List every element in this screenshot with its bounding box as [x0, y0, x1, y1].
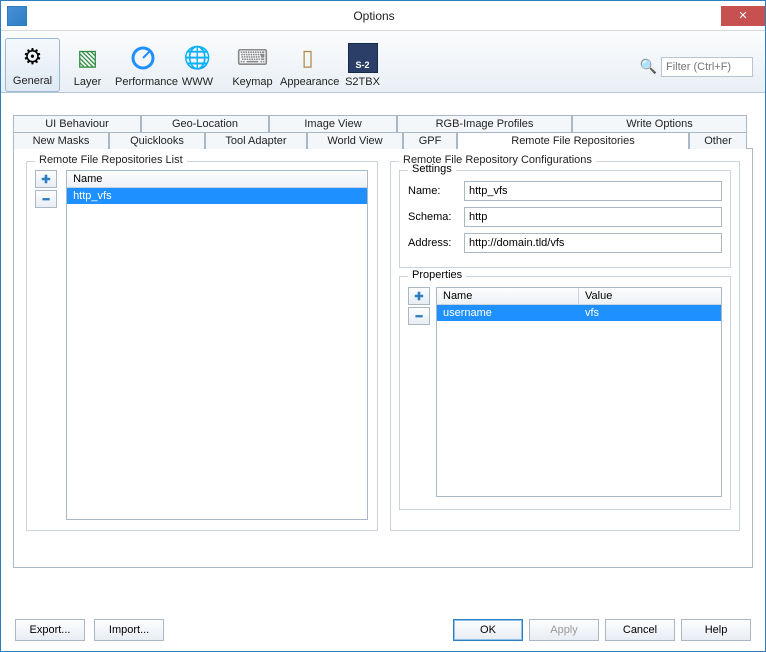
- close-button[interactable]: ✕: [721, 6, 765, 26]
- minus-icon: ━: [416, 310, 423, 323]
- tab-rgb-profiles[interactable]: RGB-Image Profiles: [397, 115, 572, 132]
- tab-tool-adapter[interactable]: Tool Adapter: [205, 132, 307, 149]
- repo-list[interactable]: Name http_vfs: [66, 170, 368, 520]
- import-button[interactable]: Import...: [94, 619, 164, 641]
- category-performance[interactable]: Performance: [115, 40, 170, 92]
- settings-group: Settings Name: Schema: Address:: [399, 170, 731, 268]
- performance-icon: [127, 42, 159, 74]
- address-field[interactable]: [464, 233, 722, 253]
- appearance-icon: ▯: [292, 42, 324, 74]
- tab-quicklooks[interactable]: Quicklooks: [109, 132, 205, 149]
- titlebar: Options ✕: [1, 1, 765, 31]
- properties-table[interactable]: Name Value username vfs: [436, 287, 722, 497]
- category-label: Layer: [60, 76, 115, 88]
- plus-icon: ✚: [41, 173, 50, 186]
- repo-list-buttons: ✚ ━: [35, 170, 59, 210]
- close-icon: ✕: [738, 9, 747, 22]
- search-icon: 🔍: [640, 58, 657, 75]
- tab-other[interactable]: Other: [689, 132, 747, 149]
- tab-ui-behaviour[interactable]: UI Behaviour: [13, 115, 141, 132]
- window-title: Options: [27, 9, 721, 23]
- tab-row-2: New Masks Quicklooks Tool Adapter World …: [13, 132, 753, 149]
- export-button[interactable]: Export...: [15, 619, 85, 641]
- category-label: Performance: [115, 76, 170, 88]
- search-input[interactable]: [661, 57, 753, 77]
- help-button[interactable]: Help: [681, 619, 751, 641]
- category-label: Appearance: [280, 76, 335, 88]
- category-label: S2TBX: [335, 76, 390, 88]
- search-wrap: 🔍: [640, 31, 761, 92]
- apply-button[interactable]: Apply: [529, 619, 599, 641]
- category-keymap[interactable]: ⌨ Keymap: [225, 40, 280, 92]
- schema-row: Schema:: [408, 207, 722, 227]
- s2tbx-icon: S-2: [347, 42, 379, 74]
- category-s2tbx[interactable]: S-2 S2TBX: [335, 40, 390, 92]
- add-property-button[interactable]: ✚: [408, 287, 430, 305]
- category-toolbar: ⚙ General ▧ Layer Performance 🌐 WWW ⌨ Ke…: [1, 31, 765, 93]
- name-row: Name:: [408, 181, 722, 201]
- tab-row-1: UI Behaviour Geo-Location Image View RGB…: [13, 115, 753, 132]
- table-row[interactable]: username vfs: [437, 305, 721, 321]
- repo-list-group: Remote File Repositories List ✚ ━ Name h…: [26, 161, 378, 531]
- category-appearance[interactable]: ▯ Appearance: [280, 40, 335, 92]
- properties-header: Name Value: [437, 288, 721, 305]
- prop-name-cell: username: [437, 305, 579, 321]
- prop-header-value: Value: [579, 288, 618, 304]
- app-icon: [7, 6, 27, 26]
- remove-property-button[interactable]: ━: [408, 307, 430, 325]
- category-general[interactable]: ⚙ General: [5, 38, 60, 92]
- plus-icon: ✚: [414, 290, 423, 303]
- prop-header-name: Name: [437, 288, 579, 304]
- gears-icon: ⚙: [17, 41, 49, 73]
- properties-group: Properties ✚ ━ Name Value use: [399, 276, 731, 510]
- tab-world-view[interactable]: World View: [307, 132, 403, 149]
- repo-list-header: Name: [67, 171, 367, 188]
- prop-value-cell: vfs: [579, 305, 721, 321]
- category-label: General: [6, 75, 59, 87]
- bottom-bar: Export... Import... OK Apply Cancel Help: [1, 619, 765, 641]
- schema-field[interactable]: [464, 207, 722, 227]
- left-buttons: Export... Import...: [15, 619, 170, 641]
- category-label: Keymap: [225, 76, 280, 88]
- minus-icon: ━: [43, 193, 50, 206]
- cancel-button[interactable]: Cancel: [605, 619, 675, 641]
- tab-content: Remote File Repositories List ✚ ━ Name h…: [13, 148, 753, 568]
- props-buttons: ✚ ━: [408, 287, 432, 497]
- config-panel: Remote File Repository Configurations Se…: [390, 161, 740, 555]
- tab-gpf[interactable]: GPF: [403, 132, 457, 149]
- ok-button[interactable]: OK: [453, 619, 523, 641]
- category-label: WWW: [170, 76, 225, 88]
- name-field[interactable]: [464, 181, 722, 201]
- tab-remote-file-repositories[interactable]: Remote File Repositories: [457, 132, 689, 149]
- repo-list-panel: Remote File Repositories List ✚ ━ Name h…: [26, 161, 378, 555]
- tab-geo-location[interactable]: Geo-Location: [141, 115, 269, 132]
- keyboard-icon: ⌨: [237, 42, 269, 74]
- add-repo-button[interactable]: ✚: [35, 170, 57, 188]
- tab-write-options[interactable]: Write Options: [572, 115, 747, 132]
- layer-icon: ▧: [72, 42, 104, 74]
- tabs-area: UI Behaviour Geo-Location Image View RGB…: [1, 93, 765, 568]
- list-item[interactable]: http_vfs: [67, 188, 367, 204]
- globe-icon: 🌐: [182, 42, 214, 74]
- repo-list-title: Remote File Repositories List: [35, 154, 187, 166]
- tab-image-view[interactable]: Image View: [269, 115, 397, 132]
- name-label: Name:: [408, 185, 464, 197]
- category-www[interactable]: 🌐 WWW: [170, 40, 225, 92]
- remove-repo-button[interactable]: ━: [35, 190, 57, 208]
- settings-title: Settings: [408, 163, 456, 175]
- address-row: Address:: [408, 233, 722, 253]
- config-group: Remote File Repository Configurations Se…: [390, 161, 740, 531]
- schema-label: Schema:: [408, 211, 464, 223]
- tab-new-masks[interactable]: New Masks: [13, 132, 109, 149]
- address-label: Address:: [408, 237, 464, 249]
- category-layer[interactable]: ▧ Layer: [60, 40, 115, 92]
- properties-title: Properties: [408, 269, 466, 281]
